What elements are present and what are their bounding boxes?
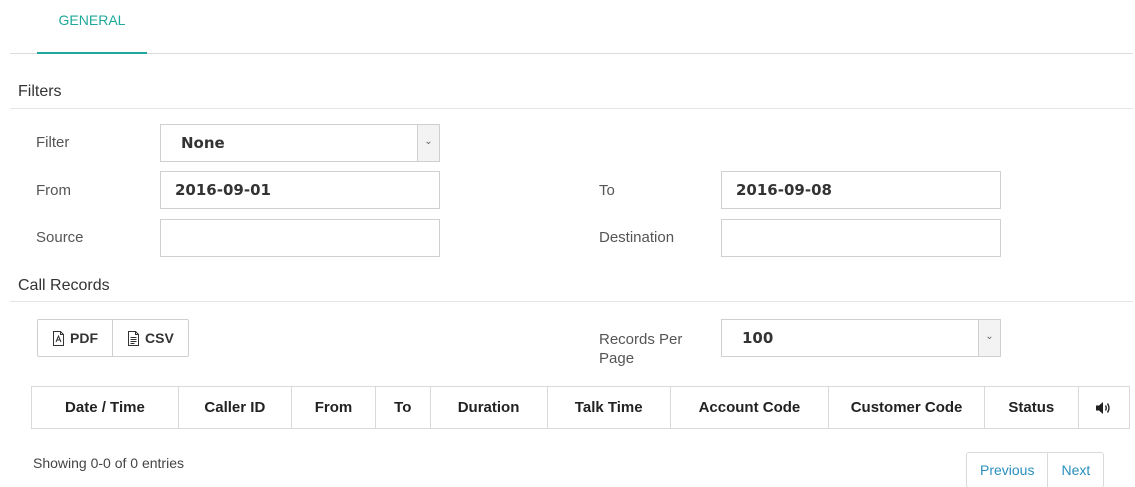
column-header-duration[interactable]: Duration: [429, 386, 548, 429]
speaker-icon: [1096, 402, 1110, 415]
table-info: Showing 0-0 of 0 entries: [33, 455, 184, 471]
pdf-button-label: PDF: [70, 330, 98, 346]
destination-label: Destination: [599, 229, 675, 246]
filters-section-title: Filters: [18, 83, 62, 100]
csv-button-label: CSV: [145, 330, 174, 346]
column-header-to[interactable]: To: [375, 386, 431, 429]
export-button-group: PDF CSV: [37, 319, 189, 357]
to-date-input[interactable]: 2016-09-08: [721, 171, 1001, 209]
column-header-account-code[interactable]: Account Code: [669, 386, 830, 429]
previous-page-button[interactable]: Previous: [967, 453, 1047, 487]
records-per-page-label: Records Per Page: [599, 331, 682, 367]
filter-select[interactable]: None ⌄: [160, 124, 440, 162]
column-header-status[interactable]: Status: [984, 386, 1079, 429]
source-label: Source: [36, 229, 84, 246]
pdf-file-icon: [53, 330, 64, 346]
source-input[interactable]: [160, 219, 440, 257]
from-label: From: [36, 182, 71, 199]
tab-general[interactable]: GENERAL: [37, 0, 147, 54]
destination-input[interactable]: [721, 219, 1001, 257]
column-header-from[interactable]: From: [290, 386, 377, 429]
pdf-export-button[interactable]: PDF: [38, 320, 112, 356]
column-header-caller-id[interactable]: Caller ID: [177, 386, 292, 429]
column-header-talk-time[interactable]: Talk Time: [546, 386, 671, 429]
chevron-down-icon: ⌄: [417, 125, 439, 161]
records-per-page-select[interactable]: 100 ⌄: [721, 319, 1001, 357]
text-file-icon: [128, 330, 139, 346]
next-page-button[interactable]: Next: [1047, 453, 1103, 487]
records-per-page-label-line2: Page: [599, 350, 635, 367]
tab-bar: GENERAL: [10, 0, 1133, 54]
filters-divider: [10, 108, 1133, 109]
pagination: Previous Next: [966, 452, 1105, 487]
call-records-divider: [10, 301, 1133, 302]
column-header-date-time[interactable]: Date / Time: [31, 386, 179, 429]
chevron-down-icon: ⌄: [978, 320, 1000, 356]
filter-label: Filter: [36, 134, 70, 151]
column-header-audio[interactable]: [1077, 386, 1131, 429]
csv-export-button[interactable]: CSV: [112, 320, 188, 356]
table-header-row: Date / Time Caller ID From To Duration T…: [31, 386, 1131, 429]
filter-select-value: None: [181, 134, 225, 152]
call-records-section-title: Call Records: [18, 277, 110, 294]
records-per-page-label-line1: Records Per: [599, 331, 683, 348]
column-header-customer-code[interactable]: Customer Code: [827, 386, 986, 429]
call-records-table: Date / Time Caller ID From To Duration T…: [31, 386, 1131, 429]
records-per-page-value: 100: [742, 329, 774, 347]
from-date-input[interactable]: 2016-09-01: [160, 171, 440, 209]
to-label: To: [599, 182, 615, 199]
